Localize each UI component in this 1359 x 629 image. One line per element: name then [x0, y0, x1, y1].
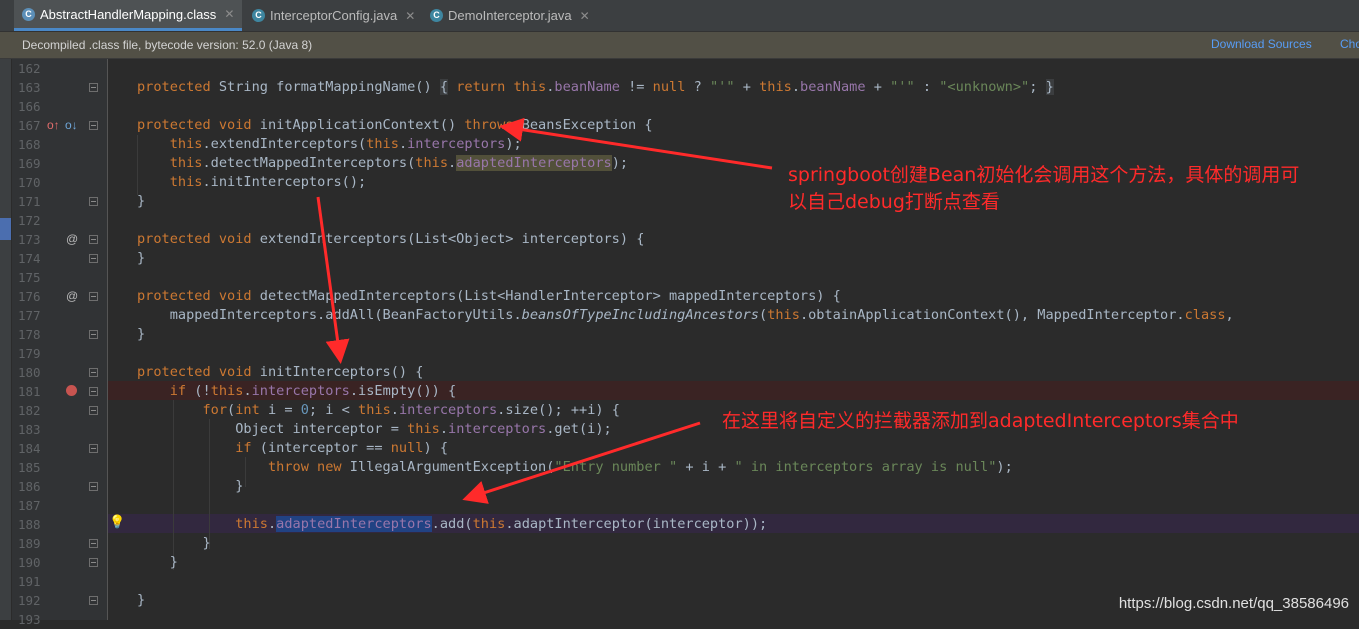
- java-class-icon: C: [252, 9, 265, 22]
- left-tool-marker[interactable]: [0, 218, 11, 240]
- close-icon[interactable]: ✕: [580, 9, 590, 23]
- line-number: 163: [18, 80, 41, 95]
- line-number: 180: [18, 365, 41, 380]
- line-number: 177: [18, 308, 41, 323]
- left-tool-strip: [0, 59, 12, 620]
- code-line[interactable]: }: [137, 325, 145, 344]
- fold-collapse-icon[interactable]: [89, 330, 98, 339]
- arrow-to-init-interceptors: [316, 196, 350, 364]
- line-number: 162: [18, 61, 41, 76]
- class-file-icon: C: [22, 7, 35, 21]
- line-number: 192: [18, 593, 41, 608]
- line-number: 188: [18, 517, 41, 532]
- editor-gutter[interactable]: [0, 59, 108, 620]
- line-number: 170: [18, 175, 41, 190]
- tab-label: DemoInterceptor.java: [448, 8, 572, 23]
- decompiled-notice-text: Decompiled .class file, bytecode version…: [22, 38, 313, 52]
- annotation-text-2: 在这里将自定义的拦截器添加到adaptedInterceptors集合中: [722, 410, 1239, 432]
- code-line[interactable]: protected void extendInterceptors(List<O…: [137, 230, 644, 249]
- decompiled-notice-bar: Decompiled .class file, bytecode version…: [0, 32, 1359, 59]
- line-number: 186: [18, 479, 41, 494]
- code-line[interactable]: Object interceptor = this.interceptors.g…: [137, 420, 612, 439]
- line-number: 178: [18, 327, 41, 342]
- tab-demo-interceptor[interactable]: C DemoInterceptor.java ✕: [422, 0, 598, 31]
- code-line[interactable]: this.adaptedInterceptors.add(this.adaptI…: [137, 515, 767, 534]
- line-number: 173: [18, 232, 41, 247]
- fold-collapse-icon[interactable]: [89, 254, 98, 263]
- code-line[interactable]: for(int i = 0; i < this.interceptors.siz…: [137, 401, 619, 420]
- close-icon[interactable]: ✕: [224, 7, 234, 21]
- tab-label: InterceptorConfig.java: [270, 8, 398, 23]
- line-number: 172: [18, 213, 41, 228]
- fold-collapse-icon[interactable]: [89, 235, 98, 244]
- line-number: 166: [18, 99, 41, 114]
- code-line[interactable]: this.initInterceptors();: [137, 173, 366, 192]
- close-icon[interactable]: ✕: [405, 9, 415, 23]
- line-number: 185: [18, 460, 41, 475]
- tab-label: AbstractHandlerMapping.class: [40, 6, 217, 22]
- fold-collapse-icon[interactable]: [89, 197, 98, 206]
- line-number: 169: [18, 156, 41, 171]
- line-number: 179: [18, 346, 41, 361]
- choose-sources-link[interactable]: Cho: [1340, 37, 1359, 51]
- line-number: 191: [18, 574, 41, 589]
- fold-expand-icon[interactable]: [89, 83, 98, 92]
- fold-collapse-icon[interactable]: [89, 558, 98, 567]
- code-line[interactable]: this.extendInterceptors(this.interceptor…: [137, 135, 522, 154]
- fold-collapse-icon[interactable]: [89, 406, 98, 415]
- annotation-icon: @: [66, 289, 79, 303]
- line-number: 187: [18, 498, 41, 513]
- fold-collapse-icon[interactable]: [89, 444, 98, 453]
- code-line[interactable]: protected void detectMappedInterceptors(…: [137, 287, 841, 306]
- fold-collapse-icon[interactable]: [89, 539, 98, 548]
- code-line[interactable]: }: [137, 192, 145, 211]
- fold-collapse-icon[interactable]: [89, 482, 98, 491]
- overridden-icon[interactable]: o↓: [65, 118, 78, 132]
- line-number: 184: [18, 441, 41, 456]
- line-number: 189: [18, 536, 41, 551]
- code-line[interactable]: protected void initInterceptors() {: [137, 363, 423, 382]
- line-number: 171: [18, 194, 41, 209]
- line-number: 168: [18, 137, 41, 152]
- code-line[interactable]: if (interceptor == null) {: [137, 439, 448, 458]
- code-line[interactable]: protected String formatMappingName() { r…: [137, 78, 1054, 97]
- line-number: 175: [18, 270, 41, 285]
- code-line[interactable]: throw new IllegalArgumentException("Entr…: [137, 458, 1013, 477]
- tab-abstract-handler-mapping[interactable]: C AbstractHandlerMapping.class ✕: [14, 0, 243, 31]
- code-line[interactable]: protected void initApplicationContext() …: [137, 116, 653, 135]
- overrides-icon[interactable]: o↑: [47, 118, 60, 132]
- line-number: 190: [18, 555, 41, 570]
- line-number: 183: [18, 422, 41, 437]
- tab-interceptor-config[interactable]: C InterceptorConfig.java ✕: [244, 0, 423, 31]
- fold-collapse-icon[interactable]: [89, 368, 98, 377]
- line-number: 174: [18, 251, 41, 266]
- fold-collapse-icon[interactable]: [89, 387, 98, 396]
- line-number: 167: [18, 118, 41, 133]
- fold-collapse-icon[interactable]: [89, 121, 98, 130]
- watermark: https://blog.csdn.net/qq_38586496: [1118, 595, 1349, 612]
- code-line[interactable]: this.detectMappedInterceptors(this.adapt…: [137, 154, 628, 173]
- java-class-icon: C: [430, 9, 443, 22]
- line-number: 181: [18, 384, 41, 399]
- lightbulb-icon[interactable]: 💡: [109, 514, 125, 530]
- code-line[interactable]: if (!this.interceptors.isEmpty()) {: [137, 382, 457, 401]
- download-sources-link[interactable]: Download Sources: [1211, 37, 1312, 51]
- code-line[interactable]: }: [137, 553, 178, 572]
- code-line[interactable]: }: [137, 249, 145, 268]
- annotation-text-1: springboot创建Bean初始化会调用这个方法，具体的调用可: [788, 164, 1300, 186]
- code-line[interactable]: mappedInterceptors.addAll(BeanFactoryUti…: [137, 306, 1234, 325]
- code-line[interactable]: }: [137, 591, 145, 610]
- fold-collapse-icon[interactable]: [89, 292, 98, 301]
- code-line[interactable]: }: [137, 477, 243, 496]
- line-number: 182: [18, 403, 41, 418]
- breakpoint-icon[interactable]: [66, 385, 77, 396]
- annotation-text-1-line2: 以自己debug打断点查看: [788, 191, 1000, 213]
- annotation-icon: @: [66, 232, 79, 246]
- editor-tab-bar: C AbstractHandlerMapping.class ✕ C Inter…: [0, 0, 1359, 32]
- line-number: 176: [18, 289, 41, 304]
- code-line[interactable]: }: [137, 534, 210, 553]
- fold-collapse-icon[interactable]: [89, 596, 98, 605]
